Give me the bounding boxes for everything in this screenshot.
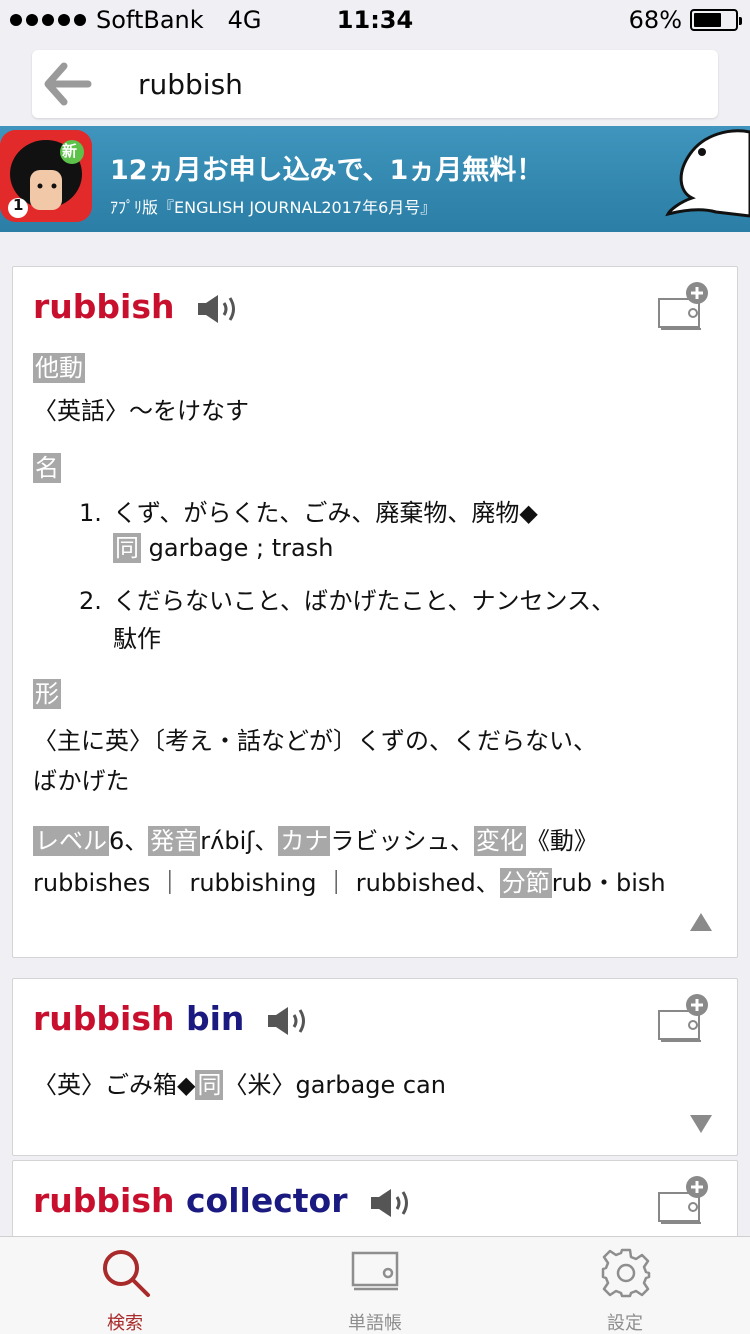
battery-fill [694,13,722,27]
wordbook-icon [351,1251,399,1291]
collapse-icon[interactable] [689,911,713,933]
def-text: くだらないこと、ばかげたこと、ナンセンス、 [113,587,616,615]
mascot-icon [665,129,750,218]
pos-line-adj: 形 [33,679,61,709]
synonym-tag: 同 [113,533,141,563]
app-promo-icon: 新 1 [0,130,92,222]
noun-definition-1: 1. くず、がらくた、ごみ、廃棄物、廃物◆ [79,493,538,528]
speaker-icon[interactable] [369,1186,415,1220]
headword-part-red: rubbish [33,999,175,1038]
noun-definition-2-cont: 駄作 [113,625,161,653]
promo-banner[interactable]: 新 1 12ヵ月お申し込みで、1ヵ月無料！ ｱﾌﾟﾘ版『ENGLISH JOUR… [0,126,750,232]
kana-value: ラビッシュ、 [330,827,474,855]
add-to-wordbook-icon[interactable] [657,281,709,333]
verb-definition: 〈英話〉～をけなす [33,397,249,425]
add-to-wordbook-icon[interactable] [657,993,709,1045]
headword-part-red: rubbish [33,1181,175,1220]
synonym-tag: 同 [195,1070,224,1100]
icon-number: 1 [13,196,24,214]
pronunciation-tag: 発音 [148,826,201,856]
tab-settings[interactable]: 設定 [500,1237,750,1334]
search-input[interactable]: rubbish [138,68,243,101]
entry-card-rubbish[interactable]: rubbish 他動 〈英話〉～をけなす 名 1. くず、がらくた、ごみ、廃棄物、… [12,266,738,958]
search-bar[interactable]: rubbish [32,50,718,118]
banner-subtitle: ｱﾌﾟﾘ版『ENGLISH JOURNAL2017年6月号』 [110,198,437,217]
synonym-line: 同 garbage ; trash [113,533,333,563]
pos-tag-noun: 名 [33,453,61,483]
def-text: 〈英〉ごみ箱◆ [33,1071,196,1099]
headword: rubbish collector [33,1181,415,1220]
noun-definition-2: 2. くだらないこと、ばかげたこと、ナンセンス、 [79,581,615,616]
def-text: くず、がらくた、ごみ、廃棄物、廃物◆ [113,499,538,527]
new-badge-text: 新 [62,142,78,160]
def-text: 〈米〉garbage can [223,1071,446,1099]
kana-tag: カナ [278,826,331,856]
adj-definition-cont: ばかげた [33,767,130,795]
tab-label: 単語帳 [348,1313,402,1334]
headword: rubbish bin [33,999,312,1038]
info-line-1: レベル6、発音rʌ́biʃ、カナラビッシュ、変化《動》 [33,821,598,856]
tab-label: 設定 [607,1313,643,1334]
pos-line-noun: 名 [33,453,61,483]
def-number: 2. [79,587,102,615]
tab-wordbook[interactable]: 単語帳 [250,1237,500,1334]
synonym-text: garbage ; trash [148,534,334,562]
battery-percent: 68% [628,6,682,34]
syllabification-tag: 分節 [499,868,552,898]
back-arrow-icon[interactable] [42,58,94,110]
pronunciation-value: rʌ́biʃ、 [200,827,279,855]
adj-definition: 〈主に英〉〔考え・話などが〕くずの、くだらない、 [33,727,597,755]
level-tag: レベル [33,826,109,856]
gear-icon [601,1248,651,1298]
entry-card-rubbish-bin[interactable]: rubbish bin 〈英〉ごみ箱◆同〈米〉garbage can [12,978,738,1156]
inflection-forms: rubbishes ｜ rubbishing ｜ rubbished、 [33,869,500,897]
tab-label: 検索 [107,1313,143,1334]
add-to-wordbook-icon[interactable] [657,1175,709,1227]
definition-line: 〈英〉ごみ箱◆同〈米〉garbage can [33,1065,446,1100]
headword-part-blue: collector [185,1181,348,1220]
inflection-value: 《動》 [525,827,598,855]
def-number: 1. [79,499,102,527]
headword-text: rubbish [33,287,175,326]
status-bar: SoftBank 4G 11:34 68% [0,0,750,40]
inflection-tag: 変化 [473,826,526,856]
tab-bar: 検索 単語帳 設定 [0,1236,750,1334]
status-right: 68% [628,6,742,34]
level-value: 6、 [109,827,149,855]
battery-icon [690,9,742,31]
banner-title: 12ヵ月お申し込みで、1ヵ月無料！ [110,155,544,186]
tab-search[interactable]: 検索 [0,1237,250,1334]
speaker-icon[interactable] [266,1004,312,1038]
expand-icon[interactable] [689,1113,713,1135]
pos-line-verb: 他動 [33,353,85,383]
pos-tag-adj: 形 [33,679,61,709]
headword: rubbish [33,287,242,326]
pos-tag-verb: 他動 [33,353,85,383]
search-icon [103,1250,150,1297]
syllabification-value: rub・bish [551,869,666,897]
info-line-2: rubbishes ｜ rubbishing ｜ rubbished、分節rub… [33,863,666,898]
speaker-icon[interactable] [196,292,242,326]
headword-part-blue: bin [185,999,245,1038]
